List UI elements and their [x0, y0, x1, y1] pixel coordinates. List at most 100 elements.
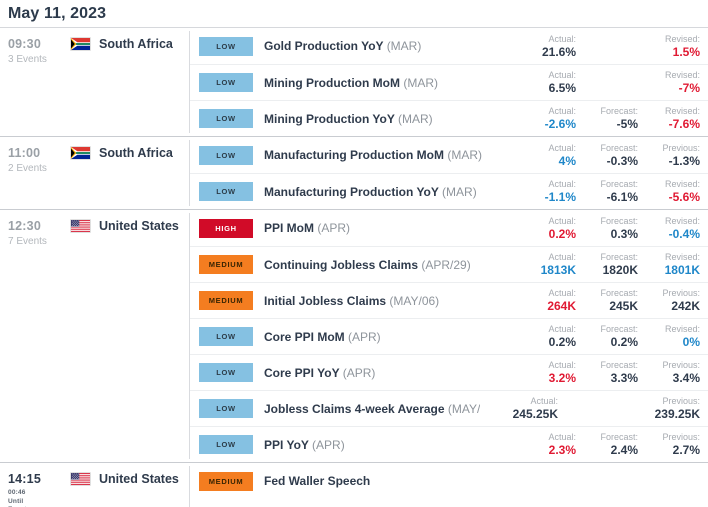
- impact-badge[interactable]: MEDIUM: [199, 255, 253, 274]
- event-period: (MAR): [447, 148, 482, 162]
- event-time: 11:00: [8, 146, 41, 160]
- event-title[interactable]: Manufacturing Production MoM (MAR): [262, 148, 516, 162]
- value-number: 245.25K: [512, 407, 558, 421]
- event-title[interactable]: Jobless Claims 4-week Average (MAY/06): [262, 402, 480, 416]
- event-row[interactable]: LOW Manufacturing Production YoY (MAR) Act…: [190, 173, 708, 209]
- event-values: Actual: 3.2% Forecast: 3.3% Previous: 3.4%: [516, 359, 708, 386]
- event-period: (MAR): [403, 75, 438, 90]
- impact-cell: LOW: [190, 145, 262, 165]
- event-row[interactable]: LOW Manufacturing Production MoM (MAR) Act…: [190, 137, 708, 173]
- value-column: [560, 395, 622, 422]
- impact-cell: LOW: [190, 36, 262, 56]
- value-label: Revised:: [664, 252, 700, 262]
- value-column: Actual: 0.2%: [516, 323, 578, 350]
- page-title: May 11, 2023: [0, 0, 708, 27]
- value-label: Actual:: [548, 142, 576, 153]
- value-label: Actual:: [548, 106, 576, 116]
- value-number: -1.1%: [544, 190, 576, 204]
- value-number: 242K: [671, 299, 700, 313]
- event-period: (MAR): [442, 184, 477, 199]
- value-label: Revised:: [664, 179, 700, 189]
- impact-badge[interactable]: LOW: [199, 182, 253, 201]
- event-row[interactable]: LOW Core PPI YoY (APR) Actual: 3.2% Forecast…: [190, 354, 708, 390]
- event-title[interactable]: Fed Waller Speech: [262, 474, 702, 488]
- group-events: LOW Manufacturing Production MoM (MAR) Act…: [190, 137, 708, 209]
- flag-united-states-icon: [70, 219, 91, 233]
- value-column: Previous: 2.7%: [640, 431, 702, 458]
- value-column: Revised: 1.5%: [640, 33, 702, 60]
- value-label: Forecast:: [600, 142, 638, 153]
- value-column: Forecast: -6.1%: [578, 178, 640, 205]
- event-values: Actual: 2.3% Forecast: 2.4% Previous: 2.7%: [516, 431, 708, 458]
- value-label: Revised:: [664, 33, 700, 44]
- country-name: South Africa: [99, 146, 173, 160]
- group-time-country: 11:00 2 Events South Africa: [0, 137, 190, 209]
- value-number: 239.25K: [654, 407, 700, 421]
- value-number: 1801K: [664, 263, 700, 277]
- value-number: 3.4%: [672, 371, 700, 385]
- group-events: HIGH PPI MoM (APR) Actual: 0.2% Forecast: 0.3…: [190, 210, 708, 462]
- impact-badge[interactable]: HIGH: [199, 218, 253, 238]
- countdown-line1: Until: [8, 497, 24, 505]
- event-title[interactable]: Manufacturing Production YoY (MAR): [262, 185, 516, 199]
- value-number: 0.3%: [610, 226, 638, 241]
- value-number: -6.1%: [606, 190, 638, 204]
- impact-badge[interactable]: MEDIUM: [199, 291, 253, 310]
- impact-badge[interactable]: LOW: [199, 36, 253, 56]
- event-row[interactable]: LOW Mining Production MoM (MAR) Actual: 6.5…: [190, 64, 708, 100]
- event-row[interactable]: LOW Jobless Claims 4-week Average (MAY/06…: [190, 390, 708, 426]
- value-number: 2.3%: [548, 443, 576, 457]
- countdown-clock: 00:46: [8, 489, 26, 496]
- impact-badge[interactable]: LOW: [199, 109, 253, 128]
- value-label: Previous:: [662, 432, 700, 442]
- event-row[interactable]: MEDIUM Continuing Jobless Claims (APR/29)…: [190, 246, 708, 282]
- event-name: PPI MoM: [264, 221, 314, 235]
- event-row[interactable]: LOW PPI YoY (APR) Actual: 2.3% Forecast: 2.4%…: [190, 426, 708, 462]
- events-count: 3 Events: [8, 54, 47, 65]
- impact-badge[interactable]: LOW: [199, 145, 253, 165]
- impact-cell: LOW: [190, 435, 262, 454]
- event-title[interactable]: PPI MoM (APR): [262, 221, 516, 235]
- event-title[interactable]: Initial Jobless Claims (MAY/06): [262, 294, 516, 308]
- event-row[interactable]: MEDIUM Initial Jobless Claims (MAY/06) Act…: [190, 282, 708, 318]
- impact-badge[interactable]: LOW: [199, 73, 253, 92]
- event-row[interactable]: MEDIUM Fed Waller Speech: [190, 463, 708, 499]
- impact-badge[interactable]: LOW: [199, 363, 253, 382]
- event-name: Fed Waller Speech: [264, 474, 371, 488]
- value-column: Previous: 3.4%: [640, 359, 702, 386]
- value-number: 264K: [547, 299, 576, 313]
- event-row[interactable]: LOW Gold Production YoY (MAR) Actual: 21.6%…: [190, 28, 708, 64]
- event-title[interactable]: Mining Production MoM (MAR): [262, 76, 516, 90]
- event-name: PPI YoY: [264, 437, 309, 452]
- calendar-groups: 09:30 3 Events South Africa LOW Gold Produc…: [0, 27, 708, 507]
- event-name: Core PPI YoY: [264, 365, 340, 380]
- impact-badge[interactable]: LOW: [199, 435, 253, 454]
- event-title[interactable]: PPI YoY (APR): [262, 438, 516, 452]
- event-row[interactable]: LOW Core PPI MoM (APR) Actual: 0.2% Forecast…: [190, 318, 708, 354]
- value-number: -2.6%: [544, 117, 576, 131]
- value-column: Actual: 3.2%: [516, 359, 578, 386]
- value-label: Actual:: [548, 324, 576, 334]
- event-row[interactable]: HIGH PPI MoM (APR) Actual: 0.2% Forecast: 0.3…: [190, 210, 708, 246]
- event-row[interactable]: LOW Mining Production YoY (MAR) Actual: -2.…: [190, 100, 708, 136]
- impact-cell: HIGH: [190, 218, 262, 238]
- value-number: -7%: [678, 81, 700, 95]
- event-title[interactable]: Core PPI YoY (APR): [262, 366, 516, 380]
- time-block: 11:00 2 Events: [8, 146, 70, 176]
- event-title[interactable]: Gold Production YoY (MAR): [262, 39, 516, 53]
- value-label: Forecast:: [600, 288, 638, 298]
- value-column: Actual: 0.2%: [516, 215, 578, 242]
- value-number: 2.4%: [610, 443, 638, 457]
- country-name: United States: [99, 472, 179, 486]
- event-title[interactable]: Continuing Jobless Claims (APR/29): [262, 258, 516, 272]
- impact-badge[interactable]: MEDIUM: [199, 471, 253, 491]
- value-column: Previous: -1.3%: [640, 142, 702, 169]
- impact-badge[interactable]: LOW: [199, 327, 253, 346]
- event-period: (APR): [342, 365, 376, 380]
- event-title[interactable]: Core PPI MoM (APR): [262, 330, 516, 344]
- event-name: Continuing Jobless Claims: [264, 257, 419, 272]
- impact-badge[interactable]: LOW: [199, 399, 253, 418]
- event-title[interactable]: Mining Production YoY (MAR): [262, 112, 516, 126]
- value-label: Actual:: [548, 252, 576, 262]
- impact-cell: MEDIUM: [190, 255, 262, 274]
